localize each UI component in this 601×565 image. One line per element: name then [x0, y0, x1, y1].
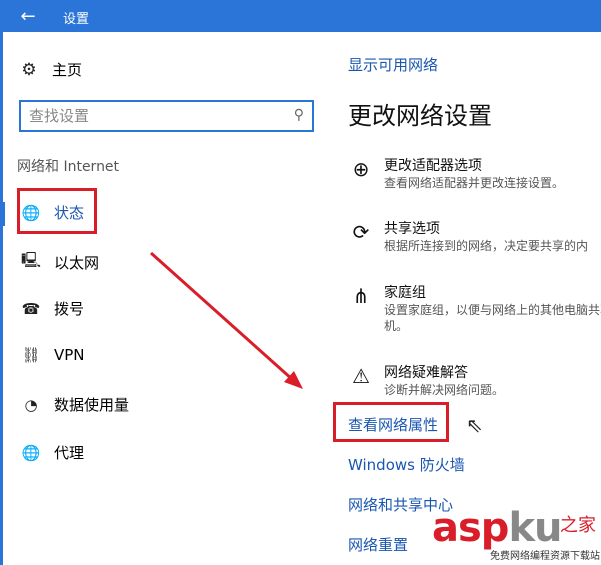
- option-title: 更改适配器选项: [384, 158, 482, 174]
- page-heading: 更改网络设置: [348, 102, 492, 130]
- option-title: 家庭组: [384, 285, 426, 301]
- share-icon: ⟳: [352, 220, 370, 244]
- option-desc: 诊断并解决网络问题。: [384, 383, 505, 397]
- main-panel: 显示可用网络 更改网络设置 ⊕ 更改适配器选项 查看网络适配器并更改连接设置。 …: [330, 32, 601, 565]
- watermark: aspku 之家 免费网络编程资源下载站: [432, 505, 601, 565]
- watermark-logo: aspku: [432, 505, 563, 551]
- option-title: 共享选项: [384, 221, 440, 237]
- option-title: 网络疑难解答: [384, 365, 468, 381]
- adapter-icon: ⊕: [352, 157, 370, 181]
- watermark-suffix: 之家: [560, 515, 596, 536]
- option-desc: 根据所连接到的网络，决定要共享的内: [384, 239, 589, 253]
- windows-firewall-link[interactable]: Windows 防火墙: [348, 454, 465, 475]
- warning-icon: ⚠: [352, 364, 370, 388]
- option-desc: 查看网络适配器并更改连接设置。: [384, 176, 565, 190]
- option-desc: 设置家庭组，以便与网络上的其他电脑共享机。: [384, 303, 601, 333]
- highlight-box-view-properties: [333, 402, 449, 442]
- watermark-tagline: 免费网络编程资源下载站: [490, 551, 600, 562]
- show-available-networks-link[interactable]: 显示可用网络: [348, 54, 438, 75]
- network-reset-link[interactable]: 网络重置: [348, 534, 408, 555]
- mouse-cursor-icon: ⇖: [466, 413, 483, 437]
- homegroup-icon: ⋔: [352, 284, 370, 308]
